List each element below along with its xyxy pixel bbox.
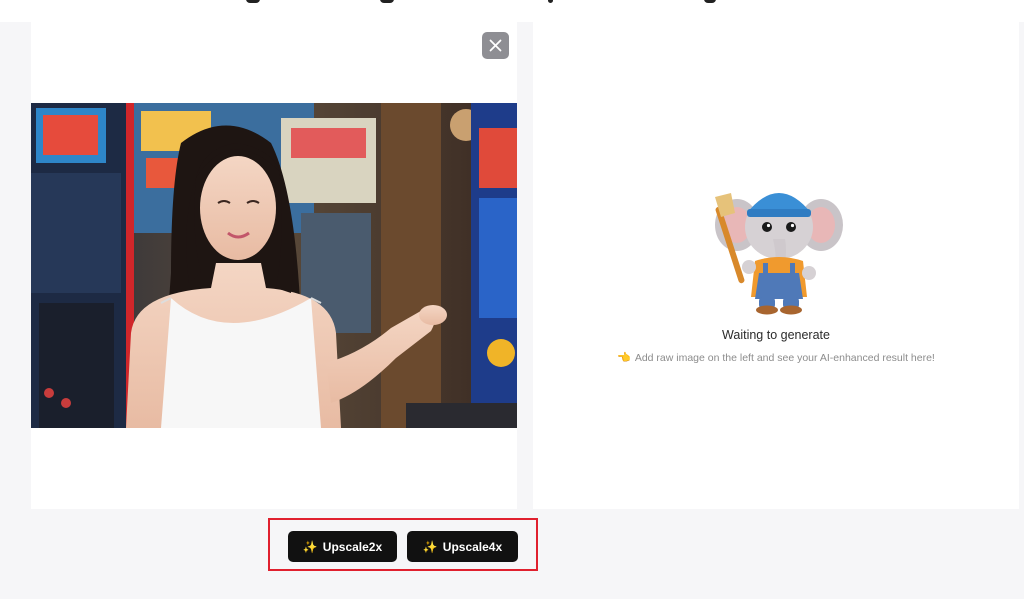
waiting-title: Waiting to generate	[722, 328, 830, 342]
sparkles-icon: ✨	[422, 539, 438, 554]
waiting-hint: 👈 Add raw image on the left and see your…	[533, 351, 1019, 365]
uploaded-image	[31, 103, 517, 428]
top-glyph	[704, 0, 716, 3]
upscale-2x-label: Upscale2x	[322, 539, 383, 554]
upscale-4x-label: Upscale4x	[442, 539, 503, 554]
top-strip	[0, 0, 1024, 22]
result-panel: Waiting to generate 👈 Add raw image on t…	[533, 22, 1019, 509]
elephant-mascot-icon	[715, 193, 843, 315]
top-glyph	[380, 0, 394, 3]
waiting-hint-text: Add raw image on the left and see your A…	[634, 351, 935, 364]
upscale-4x-button[interactable]: ✨ Upscale4x	[407, 531, 518, 562]
pointing-hand-icon: 👈	[617, 352, 631, 364]
upscale-2x-button[interactable]: ✨ Upscale2x	[288, 531, 397, 562]
top-glyph	[246, 0, 260, 3]
sparkles-icon: ✨	[302, 539, 318, 554]
top-glyph	[548, 0, 553, 3]
remove-image-button[interactable]	[482, 32, 509, 59]
input-preview-panel	[31, 22, 517, 509]
close-icon	[489, 39, 502, 52]
